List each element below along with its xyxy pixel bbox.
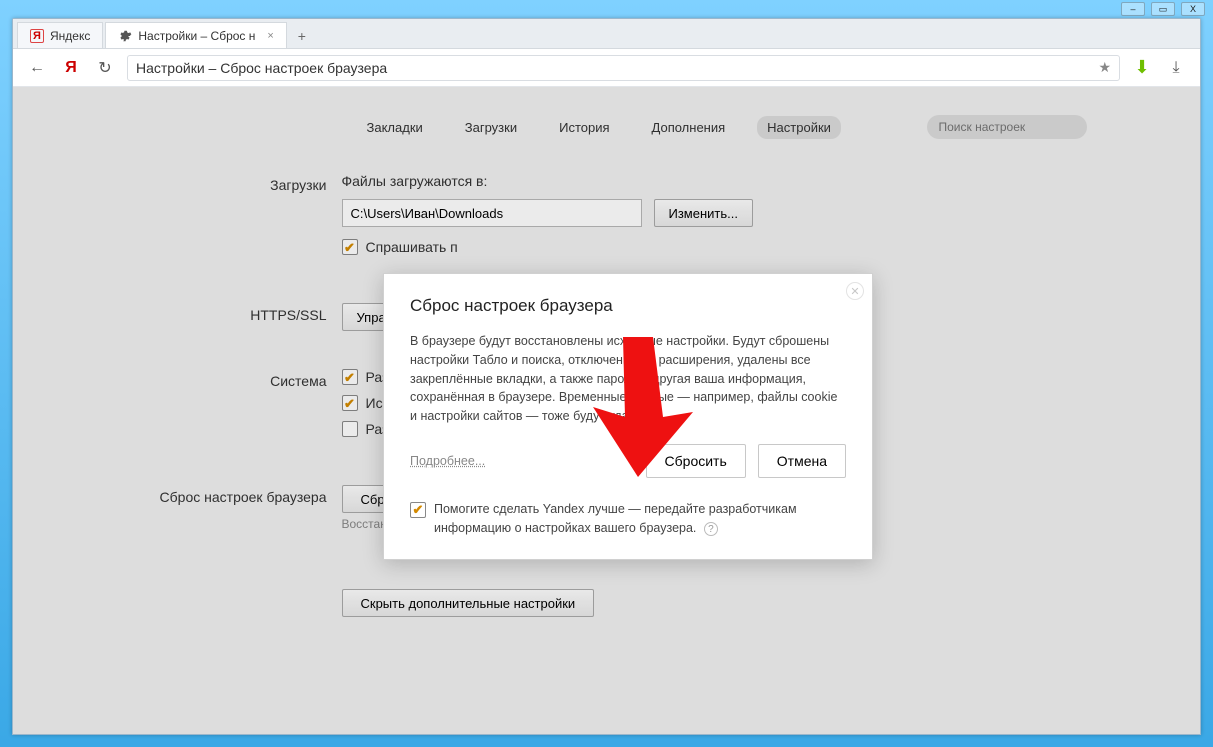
dialog-confirm-button[interactable]: Сбросить [646,444,746,478]
dialog-help-checkbox[interactable] [410,502,426,518]
dialog-title: Сброс настроек браузера [410,296,846,316]
tab-strip: Я Яндекс Настройки – Сброс н × + [13,19,1200,49]
dialog-close-icon[interactable]: ✕ [846,282,864,300]
system-opt2-checkbox[interactable] [342,395,358,411]
settings-subnav: Закладки Загрузки История Дополнения Нас… [127,107,1087,163]
dialog-body: В браузере будут восстановлены исходные … [410,332,846,426]
tab-label: Яндекс [50,29,90,43]
window-minimize-button[interactable]: – [1121,2,1145,16]
tab-yandex[interactable]: Я Яндекс [17,22,103,48]
system-opt3-checkbox[interactable] [342,421,358,437]
subnav-addons[interactable]: Дополнения [642,116,736,139]
gear-icon [118,29,132,43]
change-path-button[interactable]: Изменить... [654,199,753,227]
subnav-history[interactable]: История [549,116,619,139]
subnav-bookmarks[interactable]: Закладки [357,116,433,139]
dialog-cancel-button[interactable]: Отмена [758,444,846,478]
window-titlebar: – ▭ X [0,0,1213,18]
section-hide: Скрыть дополнительные настройки [127,559,1087,645]
save-page-icon[interactable]: ⤓ [1164,56,1188,80]
url-input[interactable]: Настройки – Сброс настроек браузера ★ [127,55,1120,81]
tab-settings[interactable]: Настройки – Сброс н × [105,22,286,48]
section-label: Загрузки [127,173,342,265]
section-label: Сброс настроек браузера [127,485,342,531]
ask-before-download-label: Спрашивать п [366,239,458,255]
subnav-downloads[interactable]: Загрузки [455,116,527,139]
dialog-more-link[interactable]: Подробнее... [410,454,485,468]
hide-advanced-button[interactable]: Скрыть дополнительные настройки [342,589,595,617]
address-bar: ← Я ↻ Настройки – Сброс настроек браузер… [13,49,1200,87]
ask-before-download-checkbox[interactable] [342,239,358,255]
back-button[interactable]: ← [25,56,49,80]
home-button[interactable]: Я [59,56,83,80]
dialog-help-text: Помогите сделать Yandex лучше — передайт… [434,502,797,535]
reload-button[interactable]: ↻ [93,56,117,80]
window-close-button[interactable]: X [1181,2,1205,16]
new-tab-button[interactable]: + [289,24,315,48]
tab-close-icon[interactable]: × [267,30,273,42]
download-path-input[interactable] [342,199,642,227]
settings-search-input[interactable] [927,115,1087,139]
downloads-caption: Файлы загружаются в: [342,173,1087,189]
url-text: Настройки – Сброс настроек браузера [136,60,387,76]
section-label: Система [127,369,342,447]
system-opt1-checkbox[interactable] [342,369,358,385]
section-label: HTTPS/SSL [127,303,342,331]
window-maximize-button[interactable]: ▭ [1151,2,1175,16]
yandex-favicon-icon: Я [30,29,44,43]
help-hint-icon[interactable]: ? [704,522,718,536]
subnav-settings[interactable]: Настройки [757,116,841,139]
tab-label: Настройки – Сброс н [138,29,255,43]
reset-confirm-dialog: ✕ Сброс настроек браузера В браузере буд… [383,273,873,560]
downloads-icon[interactable]: ⬇ [1130,56,1154,80]
bookmark-star-icon[interactable]: ★ [1098,59,1111,76]
